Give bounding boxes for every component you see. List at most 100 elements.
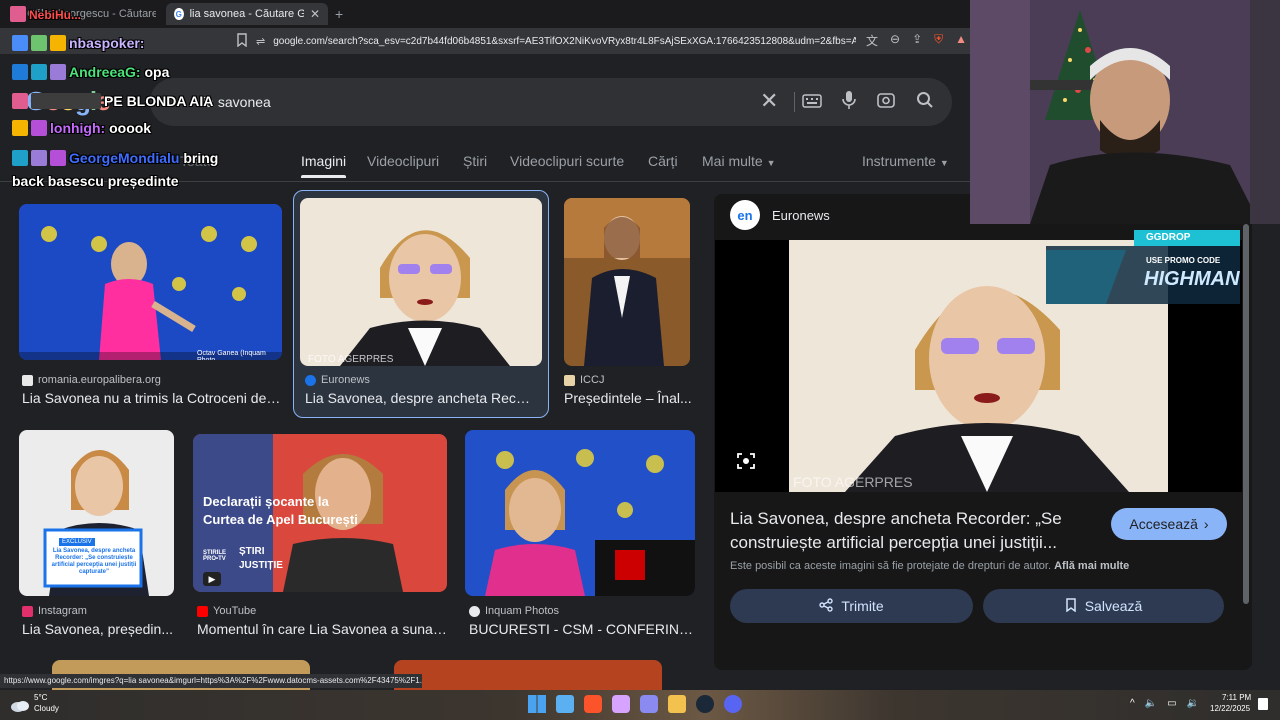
result-thumbnail[interactable]: FOTO AGERPRES — [300, 198, 542, 366]
result-title[interactable]: BUCURESTI - CSM - CONFERINT... — [469, 621, 695, 637]
notification-icon[interactable] — [1258, 698, 1268, 710]
preview-source-name: Euronews — [772, 207, 830, 223]
chat-message: GeorgeMondialu bring — [12, 150, 218, 166]
image-overlay-line1: Declarații șocante la — [203, 494, 329, 509]
image-overlay-text: Lia Savonea, despre ancheta Recorder: „S… — [51, 548, 137, 575]
badge-icon — [12, 35, 28, 51]
keyboard-icon[interactable] — [802, 92, 822, 113]
chat-message: PE BLONDA AIA — [12, 93, 213, 109]
result-source: YouTube — [197, 605, 256, 617]
share-button[interactable]: Trimite — [730, 589, 973, 623]
thumbnail-image — [564, 198, 690, 366]
new-tab-button[interactable]: + — [332, 3, 352, 25]
tab-tools-label: Instrumente — [862, 153, 936, 169]
search-icon[interactable] — [916, 91, 934, 114]
source-label: Instagram — [38, 605, 87, 617]
google-favicon-icon: G — [174, 8, 184, 20]
file-explorer-icon[interactable] — [556, 695, 574, 713]
copyright-text: Este posibil ca aceste imagini să fie pr… — [730, 560, 1052, 572]
search-tools — [802, 90, 934, 115]
lens-icon[interactable] — [876, 90, 896, 115]
result-thumbnail[interactable]: Octav Ganea (Inquam Photo — [19, 204, 282, 360]
close-tab-icon[interactable]: ✕ — [310, 7, 320, 21]
chat-text: opa — [144, 64, 170, 80]
caret-down-icon: ▼ — [766, 158, 776, 168]
result-thumbnail[interactable]: Declarații șocante la Curtea de Apel Buc… — [193, 434, 447, 592]
chevron-right-icon: › — [1203, 516, 1209, 532]
source-label: Euronews — [321, 374, 370, 386]
result-title[interactable]: Lia Savonea, despre ancheta Recor... — [305, 390, 537, 406]
chevron-up-icon[interactable]: ^ — [1130, 698, 1135, 709]
tab-more-label: Mai multe — [702, 153, 763, 169]
windows-start-icon[interactable] — [528, 695, 546, 713]
badge-icon — [31, 120, 47, 136]
result-source: Inquam Photos — [469, 605, 559, 617]
url-text: google.com/search?sca_esv=c2d7b44fd06b48… — [273, 35, 856, 47]
shield-icon[interactable]: ⛨ — [934, 32, 943, 49]
category-tag-2: JUSTIȚIE — [239, 560, 283, 571]
badge-icon — [12, 64, 28, 80]
tab-books[interactable]: Cărți — [648, 153, 678, 169]
result-thumbnail[interactable]: EXCLUSIV Lia Savonea, despre ancheta Rec… — [19, 430, 174, 596]
tab-more[interactable]: Mai multe ▼ — [702, 153, 776, 169]
url-field[interactable]: ⇌ google.com/search?sca_esv=c2d7b44fd06b… — [256, 31, 856, 51]
save-button[interactable]: Salvează — [983, 589, 1224, 623]
result-title[interactable]: Lia Savonea nu a trimis la Cotroceni dec… — [22, 390, 284, 406]
rewards-icon[interactable]: ▲ — [955, 32, 967, 49]
clock-time: 7:11 PM — [1222, 693, 1252, 702]
app-icon[interactable] — [640, 695, 658, 713]
search-box[interactable]: lia savonea ✕ — [150, 78, 952, 126]
visit-label: Accesează — [1129, 516, 1198, 532]
badge-icon — [31, 64, 47, 80]
tab-label: lia savonea - Căutare Google — [189, 8, 304, 20]
clock-date: 12/22/2025 — [1210, 704, 1251, 713]
zoom-icon[interactable]: ⊖ — [890, 32, 900, 49]
network-icon[interactable]: ▭ — [1167, 698, 1176, 709]
steam-icon[interactable] — [696, 695, 714, 713]
tab-images[interactable]: Imagini — [301, 153, 347, 178]
result-thumbnail[interactable] — [394, 660, 662, 690]
app-icon[interactable] — [612, 695, 630, 713]
speaker-icon[interactable]: 🔈 — [1145, 698, 1157, 709]
panel-scrollbar[interactable] — [1243, 224, 1249, 604]
tab-videos[interactable]: Videoclipuri — [367, 153, 439, 169]
tab-news[interactable]: Știri — [463, 153, 487, 169]
badge-icon — [31, 93, 101, 109]
result-thumbnail[interactable] — [564, 198, 690, 366]
badge-icon — [31, 150, 47, 166]
site-info-icon[interactable]: ⇌ — [256, 35, 265, 48]
result-thumbnail[interactable] — [465, 430, 695, 596]
tab-short-videos[interactable]: Videoclipuri scurte — [510, 153, 624, 169]
chat-user: nbaspoker: — [69, 35, 145, 51]
lens-search-icon[interactable] — [737, 452, 755, 475]
tab-lia-savonea[interactable]: G lia savonea - Căutare Google ✕ — [166, 3, 328, 25]
iccj-favicon-icon — [564, 374, 575, 386]
volume-icon[interactable]: 🔉 — [1187, 698, 1199, 709]
chat-message: nbaspoker: — [12, 35, 144, 51]
translate-icon[interactable]: 文 — [866, 32, 878, 49]
taskbar: 5°C Cloudy ^ 🔈 ▭ 🔉 7:11 PM 12/22/2025 — [0, 690, 1280, 720]
clear-search-icon[interactable]: ✕ — [760, 88, 778, 114]
result-title[interactable]: Președintele – Înal... — [564, 390, 692, 406]
webcam-feed — [970, 0, 1280, 224]
discord-icon[interactable] — [724, 695, 742, 713]
chat-message: AndreeaG: opa — [12, 64, 169, 80]
address-bar: ⇌ google.com/search?sca_esv=c2d7b44fd06b… — [0, 28, 970, 54]
brave-icon[interactable] — [584, 695, 602, 713]
bookmark-icon[interactable] — [236, 33, 248, 50]
euronews-favicon-icon — [305, 374, 316, 386]
preview-source[interactable]: en Euronews — [730, 200, 830, 230]
status-bar-url: https://www.google.com/imgres?q=lia savo… — [0, 674, 422, 688]
learn-more-link[interactable]: Află mai multe — [1054, 560, 1129, 572]
bookmark-icon — [1065, 597, 1077, 615]
share-icon — [819, 597, 834, 615]
share-icon[interactable]: ⇪ — [912, 32, 922, 49]
folder-icon[interactable] — [668, 695, 686, 713]
result-title[interactable]: Lia Savonea, președin... — [22, 621, 174, 637]
tab-tools[interactable]: Instrumente ▼ — [862, 153, 949, 169]
microphone-icon[interactable] — [842, 90, 856, 115]
result-title[interactable]: Momentul în care Lia Savonea a sunat... — [197, 621, 447, 637]
visit-button[interactable]: Accesează › — [1111, 508, 1227, 540]
preview-title[interactable]: Lia Savonea, despre ancheta Recorder: „S… — [730, 507, 1090, 555]
chat-text: PE BLONDA AIA — [104, 93, 214, 109]
